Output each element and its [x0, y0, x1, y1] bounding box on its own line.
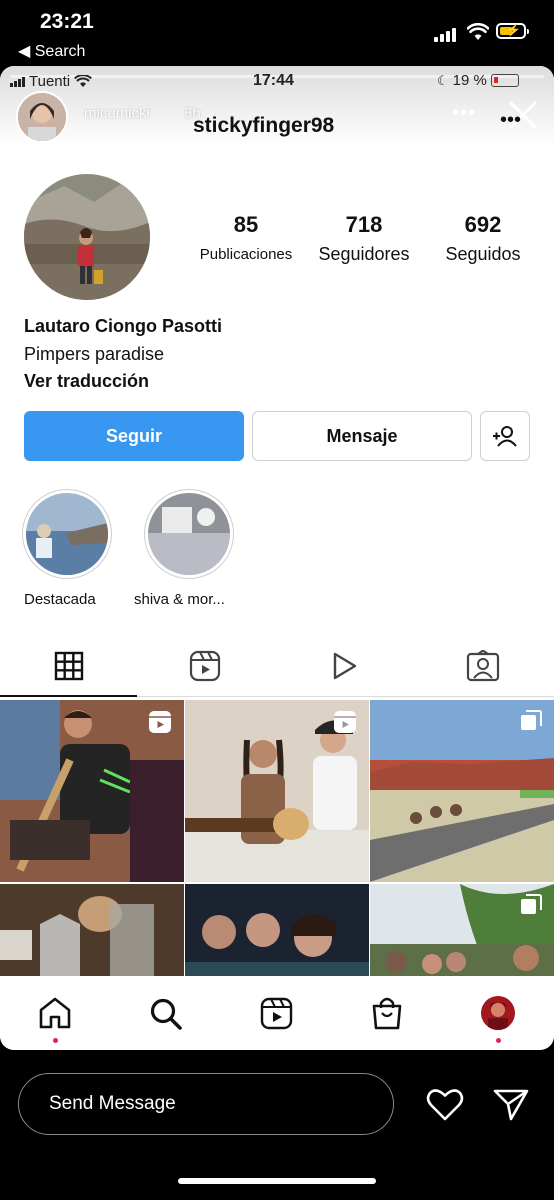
- posts-count: 85: [233, 212, 259, 237]
- following-count[interactable]: 692: [428, 212, 538, 238]
- highlight-shiva[interactable]: [144, 489, 234, 579]
- profile-tab-avatar[interactable]: [481, 996, 515, 1030]
- follow-button[interactable]: Seguir: [24, 411, 244, 461]
- multiple-posts-icon: [520, 894, 542, 921]
- heart-icon[interactable]: [426, 1088, 464, 1127]
- send-message-input[interactable]: Send Message: [18, 1073, 394, 1135]
- see-translation-link[interactable]: Ver traducción: [24, 371, 149, 392]
- highlight-label[interactable]: Destacada: [24, 591, 96, 608]
- profile-username: stickyfinger98: [193, 114, 335, 137]
- inner-status-battery: ☾ 19 %: [437, 72, 519, 89]
- story-more-button[interactable]: •••: [452, 102, 476, 125]
- status-time: 23:21: [40, 10, 94, 33]
- add-person-button[interactable]: [480, 411, 530, 461]
- battery-icon: ⚡: [496, 23, 529, 39]
- highlight-destacada[interactable]: [22, 489, 112, 579]
- profile-avatar[interactable]: [24, 174, 150, 300]
- active-tab-indicator: [0, 695, 137, 697]
- followers-label[interactable]: Seguidores: [304, 244, 424, 265]
- shop-icon[interactable]: [371, 996, 403, 1035]
- grid-post[interactable]: [370, 884, 554, 976]
- grid-post[interactable]: [0, 700, 184, 882]
- multiple-posts-icon: [520, 710, 542, 737]
- send-icon[interactable]: [493, 1088, 529, 1127]
- profile-more-button[interactable]: •••: [500, 109, 521, 132]
- highlight-label[interactable]: shiva & mor...: [134, 591, 225, 608]
- story-username[interactable]: micumicki: [84, 105, 150, 122]
- cellular-signal-icon: [434, 28, 456, 42]
- grid-post[interactable]: [370, 700, 554, 882]
- home-indicator: [178, 1178, 376, 1184]
- moon-icon: ☾: [437, 72, 449, 88]
- home-icon[interactable]: [38, 997, 72, 1034]
- grid-post[interactable]: [0, 884, 184, 976]
- bottom-navigation: [0, 976, 554, 1050]
- wifi-icon: [466, 22, 490, 46]
- reels-icon: [333, 710, 357, 739]
- grid-post[interactable]: [185, 884, 369, 976]
- reels-icon[interactable]: [189, 650, 221, 687]
- message-button[interactable]: Mensaje: [252, 411, 472, 461]
- grid-post[interactable]: [185, 700, 369, 882]
- add-person-icon: [493, 426, 517, 447]
- reels-icon[interactable]: [260, 997, 293, 1035]
- inner-wifi-icon: [74, 75, 93, 87]
- grid-icon[interactable]: [54, 651, 84, 686]
- story-card: Tuenti 17:44 ☾ 19 % micumicki 5h ••• sti…: [0, 66, 554, 1050]
- profile-full-name: Lautaro Ciongo Pasotti: [24, 316, 222, 336]
- tagged-icon[interactable]: [466, 649, 500, 687]
- send-message-placeholder: Send Message: [49, 1093, 176, 1114]
- play-icon[interactable]: [329, 651, 359, 686]
- followers-count[interactable]: 718: [309, 212, 419, 238]
- search-icon[interactable]: [149, 997, 183, 1036]
- following-label[interactable]: Seguidos: [423, 244, 543, 265]
- back-to-search-link[interactable]: ◀ Search: [18, 41, 85, 61]
- story-avatar[interactable]: [16, 91, 68, 143]
- profile-bio: Pimpers paradise: [24, 344, 165, 364]
- posts-label: Publicaciones: [199, 246, 293, 263]
- reels-icon: [148, 710, 172, 739]
- inner-status-carrier: Tuenti: [10, 73, 93, 90]
- inner-status-time: 17:44: [253, 72, 294, 89]
